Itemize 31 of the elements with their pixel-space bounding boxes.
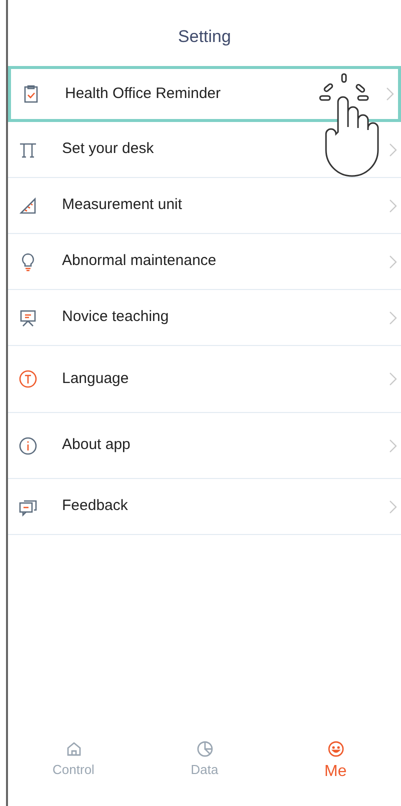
settings-item[interactable]: Health Office Reminder bbox=[8, 66, 401, 122]
item-label: Abnormal maintenance bbox=[62, 251, 218, 272]
settings-item[interactable]: Feedback bbox=[8, 479, 401, 535]
pie-chart-icon bbox=[196, 740, 214, 758]
settings-item[interactable]: Abnormal maintenance bbox=[8, 234, 401, 290]
chevron-right-icon bbox=[389, 372, 397, 386]
letter-t-circle-icon bbox=[18, 369, 38, 389]
item-label: Measurement unit bbox=[62, 195, 184, 216]
chevron-right-icon bbox=[389, 142, 397, 156]
info-icon bbox=[18, 436, 38, 456]
smiley-icon bbox=[326, 740, 344, 758]
home-icon bbox=[64, 740, 82, 758]
settings-item[interactable]: Measurement unit bbox=[8, 178, 401, 234]
item-label: Novice teaching bbox=[62, 307, 170, 328]
chevron-right-icon bbox=[389, 500, 397, 514]
settings-item[interactable]: Novice teaching bbox=[8, 290, 401, 346]
chevron-right-icon bbox=[389, 254, 397, 268]
item-label: Health Office Reminder bbox=[65, 84, 222, 104]
chevron-right-icon bbox=[386, 87, 394, 101]
item-label: Language bbox=[62, 368, 130, 389]
item-label: About app bbox=[62, 435, 132, 456]
page-title: Setting bbox=[178, 26, 231, 48]
item-label: Set your desk bbox=[62, 139, 155, 160]
presentation-icon bbox=[18, 308, 38, 328]
settings-item[interactable]: About app bbox=[8, 413, 401, 479]
settings-item[interactable]: Language bbox=[8, 346, 401, 413]
item-label: Feedback bbox=[62, 496, 129, 516]
chevron-right-icon bbox=[389, 198, 397, 212]
chevron-right-icon bbox=[389, 310, 397, 324]
ruler-icon bbox=[18, 196, 38, 216]
chevron-right-icon bbox=[389, 438, 397, 452]
